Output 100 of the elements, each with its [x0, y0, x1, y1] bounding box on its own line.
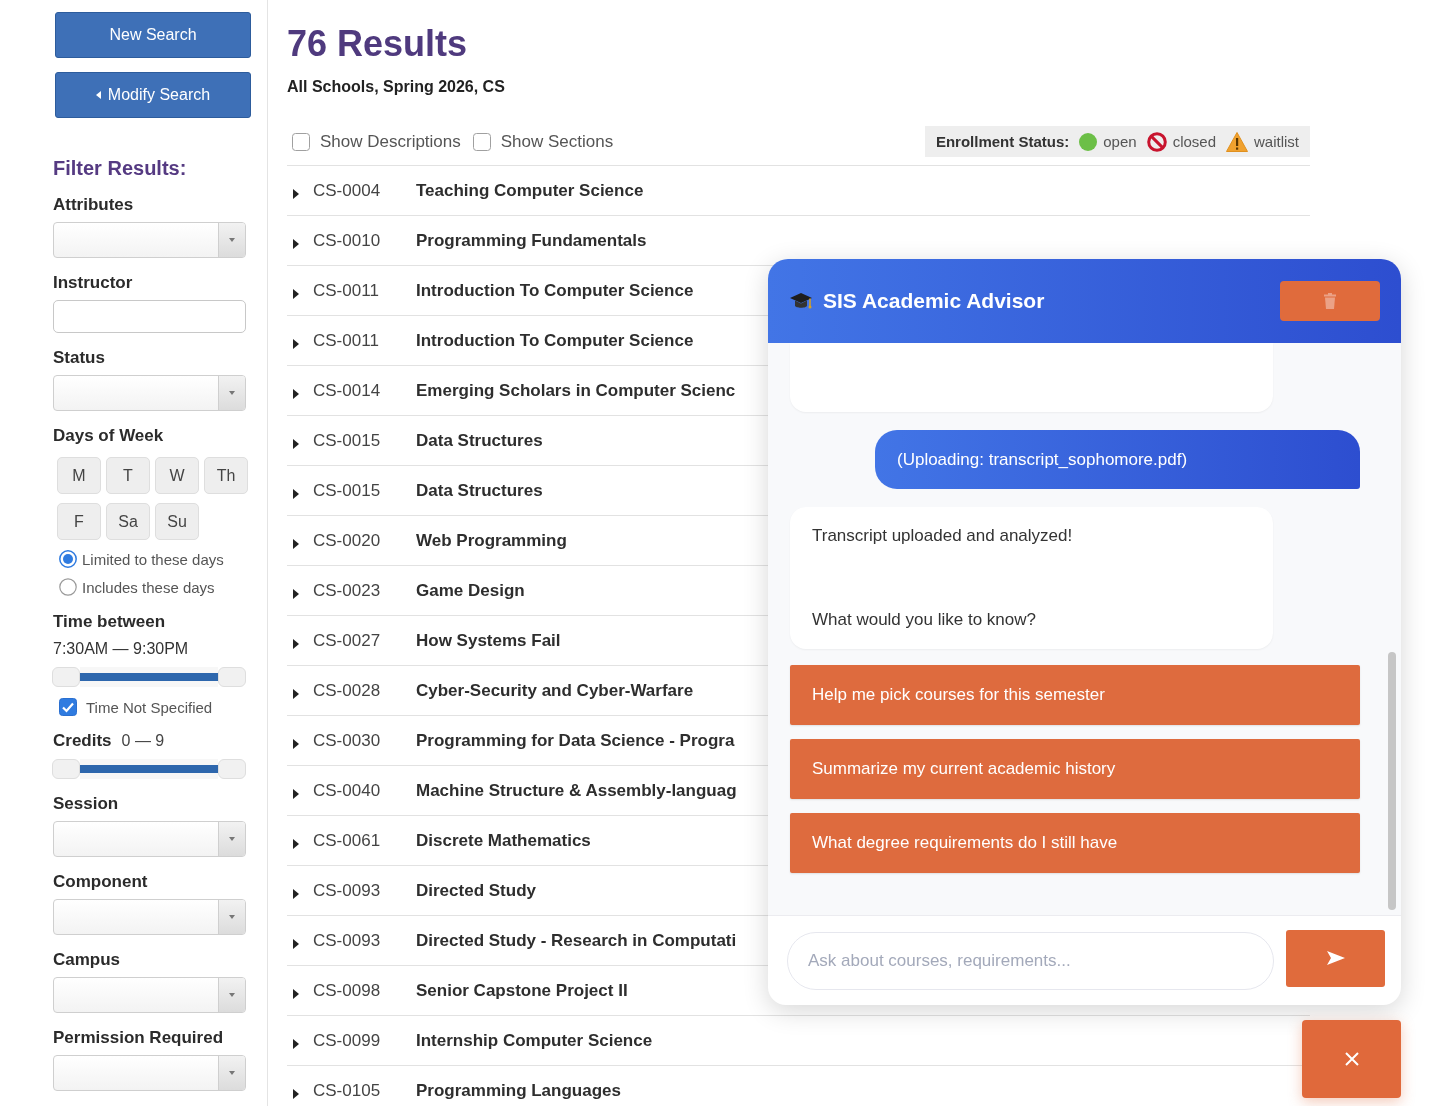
slider-handle[interactable]	[218, 759, 246, 779]
day-toggle-button[interactable]: Sa	[106, 503, 150, 540]
caret-icon[interactable]	[293, 588, 299, 599]
course-title[interactable]: Game Design	[416, 580, 525, 601]
day-toggle-button[interactable]: Su	[155, 503, 199, 540]
course-code: CS-0061	[313, 830, 382, 851]
caret-icon[interactable]	[293, 238, 299, 249]
day-toggle-button[interactable]: F	[57, 503, 101, 540]
course-code: CS-0040	[313, 780, 382, 801]
course-title[interactable]: Data Structures	[416, 480, 543, 501]
caret-icon[interactable]	[293, 538, 299, 549]
scrollbar-thumb[interactable]	[1388, 652, 1396, 910]
text-field[interactable]	[53, 300, 246, 333]
legend-label: waitlist	[1254, 133, 1299, 150]
modify-search-button[interactable]: Modify Search	[55, 72, 251, 118]
course-code: CS-0105	[313, 1080, 382, 1101]
course-title[interactable]: Internship Computer Science	[416, 1030, 653, 1051]
course-code: CS-0027	[313, 630, 382, 651]
user-message: (Uploading: transcript_sophomore.pdf)	[875, 430, 1360, 489]
filter-label: Permission Required	[53, 1028, 225, 1048]
course-code: CS-0023	[313, 580, 382, 601]
course-title[interactable]: Programming Languages	[416, 1080, 621, 1101]
day-toggle-button[interactable]: Th	[204, 457, 248, 494]
graduation-cap-icon	[790, 291, 812, 311]
day-toggle-button[interactable]: T	[106, 457, 150, 494]
course-code: CS-0098	[313, 980, 382, 1001]
send-button[interactable]	[1286, 929, 1385, 987]
radio-button[interactable]	[59, 550, 77, 568]
checkbox[interactable]	[472, 132, 491, 151]
caret-icon[interactable]	[293, 438, 299, 449]
radio-label: Limited to these days	[82, 550, 224, 568]
trash-icon	[1324, 293, 1336, 309]
course-title[interactable]: Directed Study - Research in Computati	[416, 930, 737, 951]
course-code: CS-0099	[313, 1030, 382, 1051]
slider-handle[interactable]	[52, 667, 80, 687]
caret-icon[interactable]	[293, 838, 299, 849]
caret-icon[interactable]	[293, 288, 299, 299]
caret-icon[interactable]	[293, 688, 299, 699]
course-code: CS-0014	[313, 380, 382, 401]
no-entry-icon	[1146, 131, 1167, 152]
course-title[interactable]: Machine Structure & Assembly-languag	[416, 780, 737, 801]
course-title[interactable]: Web Programming	[416, 530, 567, 551]
message-text: Transcript uploaded and analyzed!	[812, 525, 1074, 547]
caret-icon[interactable]	[293, 1038, 299, 1049]
caret-icon[interactable]	[293, 1088, 299, 1099]
filter-label: Credits	[53, 731, 112, 751]
caret-icon[interactable]	[293, 738, 299, 749]
radio-label: Includes these days	[82, 578, 215, 596]
caret-icon[interactable]	[293, 188, 299, 199]
course-title[interactable]: Senior Capstone Project II	[416, 980, 628, 1001]
chat-title: SIS Academic Advisor	[823, 289, 1045, 313]
course-code: CS-0030	[313, 730, 382, 751]
filter-label: Session	[53, 794, 120, 814]
filter-heading: Filter Results:	[53, 156, 188, 180]
legend-label: closed	[1172, 133, 1216, 150]
caret-icon[interactable]	[293, 938, 299, 949]
course-title[interactable]: Data Structures	[416, 430, 543, 451]
course-code: CS-0020	[313, 530, 382, 551]
course-title[interactable]: Discrete Mathematics	[416, 830, 591, 851]
caret-icon[interactable]	[293, 338, 299, 349]
course-code: CS-0004	[313, 180, 382, 201]
course-title[interactable]: Programming Fundamentals	[416, 230, 647, 251]
caret-icon[interactable]	[293, 988, 299, 999]
caret-icon	[95, 91, 101, 99]
course-code: CS-0010	[313, 230, 382, 251]
filter-label: Component	[53, 872, 149, 892]
course-title[interactable]: Introduction To Computer Science	[416, 330, 694, 351]
course-title[interactable]: Programming for Data Science - Progra	[416, 730, 735, 751]
slider-handle[interactable]	[218, 667, 246, 687]
course-title[interactable]: How Systems Fail	[416, 630, 561, 651]
course-title[interactable]: Teaching Computer Science	[416, 180, 644, 201]
search-summary: All Schools, Spring 2026, CS	[287, 77, 506, 97]
caret-icon[interactable]	[293, 888, 299, 899]
course-code: CS-0015	[313, 480, 382, 501]
checkbox[interactable]	[292, 132, 310, 151]
checkbox[interactable]	[59, 698, 77, 716]
course-title[interactable]: Emerging Scholars in Computer Scienc	[416, 380, 736, 401]
slider-handle[interactable]	[52, 759, 80, 779]
filter-label: Days of Week	[53, 426, 165, 446]
new-search-button[interactable]: New Search	[55, 12, 251, 58]
day-toggle-button[interactable]: M	[57, 457, 101, 494]
status-dot-icon	[1079, 132, 1098, 151]
course-title[interactable]: Directed Study	[416, 880, 536, 901]
caret-icon[interactable]	[293, 788, 299, 799]
chat-input[interactable]: Ask about courses, requirements...	[787, 931, 1274, 990]
course-title[interactable]: Cyber-Security and Cyber-Warfare	[416, 680, 694, 701]
filter-label: Time between	[53, 612, 167, 632]
day-toggle-button[interactable]: W	[155, 457, 199, 494]
course-code: CS-0015	[313, 430, 382, 451]
warning-icon	[1226, 131, 1248, 152]
course-title[interactable]: Introduction To Computer Science	[416, 280, 694, 301]
course-code: CS-0011	[313, 330, 380, 351]
legend-label: open	[1103, 133, 1137, 150]
time-range-text: 7:30AM — 9:30PM	[53, 639, 190, 659]
radio-button[interactable]	[59, 578, 77, 596]
filter-label: Attributes	[53, 195, 135, 215]
checkbox-label: Time Not Specified	[86, 698, 213, 716]
caret-icon[interactable]	[293, 638, 299, 649]
caret-icon[interactable]	[293, 488, 299, 499]
caret-icon[interactable]	[293, 388, 299, 399]
